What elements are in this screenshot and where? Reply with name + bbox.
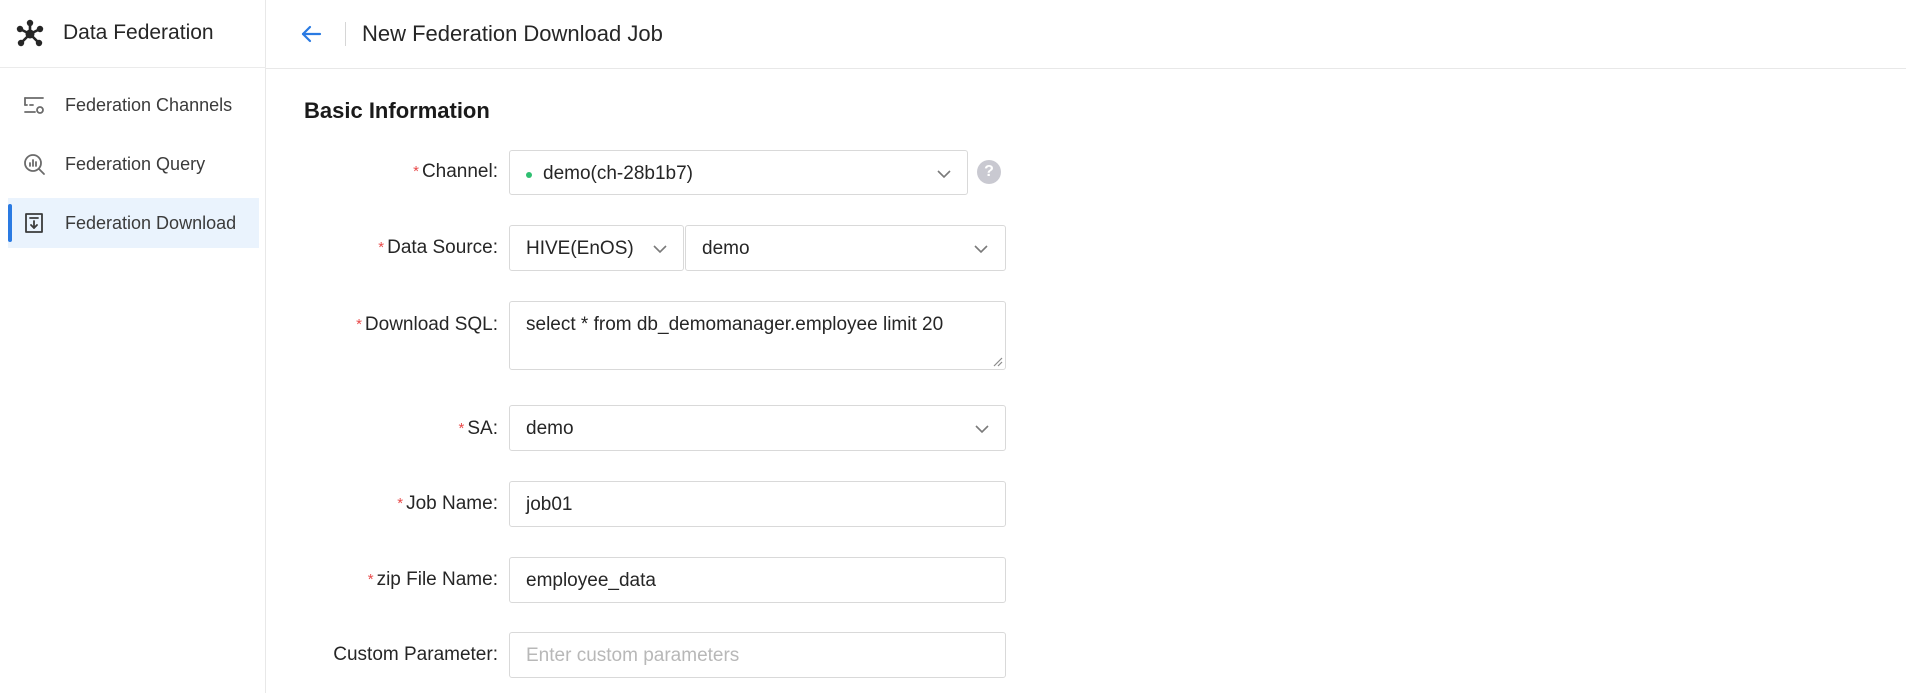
job-name-value: job01 [526,494,573,515]
download-sql-value: select * from db_demomanager.employee li… [526,314,944,335]
help-icon[interactable]: ? [977,160,1001,184]
data-source-type-value: HIVE(EnOS) [526,238,634,259]
query-icon [24,154,45,175]
required-marker: * [356,316,362,333]
header-divider [345,22,346,46]
required-marker: * [458,420,465,437]
sidebar-item-label: Federation Channels [65,95,233,115]
zip-file-name-value: employee_data [526,570,656,591]
data-source-select[interactable]: demo [685,225,1006,271]
custom-parameter-input[interactable]: Enter custom parameters [509,632,1006,678]
download-sql-textarea[interactable]: select * from db_demomanager.employee li… [509,301,1006,370]
download-sql-label: * Download SQL: [356,314,498,335]
data-source-value: demo [702,238,750,259]
sidebar-item-label: Federation Download [65,213,237,233]
sidebar: Data Federation Federation Channels Fede… [0,0,266,693]
zip-file-name-label: * zip File Name: [367,569,498,590]
required-marker: * [397,495,404,512]
page-header: New Federation Download Job [266,0,1906,69]
channel-status-dot [526,172,532,178]
required-marker: * [378,239,385,256]
job-name-input[interactable]: job01 [509,481,1006,527]
section-title: Basic Information [304,98,490,123]
resize-handle-icon[interactable] [991,355,1003,367]
sa-select[interactable]: demo [509,405,1006,451]
brand-header: Data Federation [0,0,266,68]
sidebar-item-federation-query[interactable]: Federation Query [8,139,259,189]
federation-logo-icon [16,19,44,47]
channel-value: demo(ch-28b1b7) [543,163,693,184]
download-icon [25,213,43,233]
chevron-down-icon [975,425,989,434]
channel-select[interactable]: demo(ch-28b1b7) [509,150,968,195]
sa-value: demo [526,418,574,439]
required-marker: * [413,163,419,180]
custom-parameter-placeholder: Enter custom parameters [526,645,740,666]
channel-label: * Channel: [413,161,498,182]
zip-file-name-input[interactable]: employee_data [509,557,1006,603]
chevron-down-icon [974,245,988,254]
sidebar-item-federation-download[interactable]: Federation Download [8,198,259,248]
page-title: New Federation Download Job [362,21,663,46]
sa-label: * SA: [458,418,498,439]
sidebar-item-label: Federation Query [65,154,206,174]
job-name-label: * Job Name: [397,493,498,514]
data-source-label: * Data Source: [378,237,498,258]
app-title: Data Federation [63,21,214,44]
chevron-down-icon [937,170,951,179]
channels-icon [24,97,44,114]
data-source-type-select[interactable]: HIVE(EnOS) [509,225,684,271]
chevron-down-icon [653,245,667,254]
sidebar-item-federation-channels[interactable]: Federation Channels [8,80,259,130]
custom-parameter-label: Custom Parameter: [333,644,498,665]
required-marker: * [367,571,374,588]
back-arrow-icon[interactable] [300,23,322,45]
